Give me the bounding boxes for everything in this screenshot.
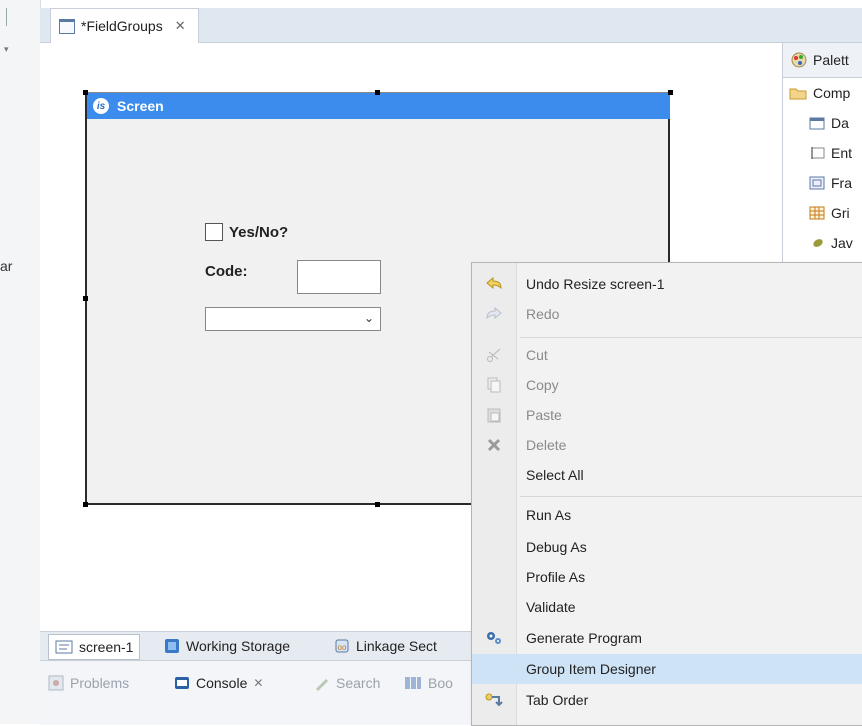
close-icon[interactable]: ✕: [175, 18, 186, 34]
menu-item-group-item-designer[interactable]: Group Item Designer: [472, 654, 862, 684]
menu-item-tab-order[interactable]: Tab Order: [472, 685, 862, 715]
menu-item-delete[interactable]: Delete: [472, 430, 862, 460]
palette-item-grid[interactable]: Gri: [783, 198, 862, 228]
search-icon: [316, 679, 328, 691]
menu-item-select-all[interactable]: Select All: [472, 460, 862, 490]
checkbox-box[interactable]: [205, 223, 223, 241]
menu-item-profile-as[interactable]: Profile As: [472, 562, 862, 592]
menu-item-cut[interactable]: Cut: [472, 340, 862, 370]
left-divider: [6, 8, 7, 26]
tab-search[interactable]: Search: [314, 675, 380, 691]
delete-icon: [487, 438, 501, 452]
palette-item-frame[interactable]: Fra: [783, 168, 862, 198]
chevron-down-icon[interactable]: ▾: [4, 44, 9, 55]
code-label: Code:: [205, 263, 248, 280]
screen-title-bar[interactable]: is Screen: [87, 93, 670, 119]
folder-icon: [789, 88, 807, 100]
palette-header[interactable]: Palett: [783, 43, 862, 78]
tab-order-icon: [485, 693, 503, 707]
copy-icon: [487, 377, 501, 393]
storage-icon: [165, 639, 179, 653]
checkbox-label: Yes/No?: [229, 223, 289, 241]
redo-icon: [486, 306, 502, 320]
menu-item-debug-as[interactable]: Debug As: [472, 532, 862, 562]
tab-screen-1[interactable]: screen-1: [48, 634, 141, 660]
code-input[interactable]: [297, 260, 381, 294]
tab-linkage-section[interactable]: oo Linkage Sect: [328, 634, 443, 658]
tab-bookmarks[interactable]: Boo: [404, 675, 453, 691]
palette-item-date[interactable]: Da: [783, 108, 862, 138]
resize-handle[interactable]: [375, 90, 380, 95]
palette-item-entry[interactable]: Ent: [783, 138, 862, 168]
palette-item-java[interactable]: Jav: [783, 228, 862, 258]
tab-fieldgroups[interactable]: *FieldGroups ✕: [50, 8, 199, 43]
combo-box[interactable]: ⌄: [205, 307, 381, 331]
problems-icon: [48, 675, 64, 691]
tab-title: *FieldGroups: [81, 18, 163, 34]
menu-separator: [520, 496, 862, 497]
yes-no-checkbox[interactable]: Yes/No?: [205, 223, 288, 241]
tab-working-storage[interactable]: Working Storage: [158, 634, 296, 658]
console-icon: [175, 677, 189, 689]
paste-icon: [487, 408, 501, 423]
menu-item-redo[interactable]: Redo: [472, 299, 862, 329]
entry-field-icon: [811, 147, 825, 159]
resize-handle[interactable]: [83, 296, 88, 301]
undo-icon: [486, 276, 502, 290]
resize-handle[interactable]: [83, 90, 88, 95]
menu-item-undo[interactable]: Undo Resize screen-1: [472, 269, 862, 299]
grid-icon: [809, 206, 825, 220]
screen-title: Screen: [117, 98, 164, 114]
gears-icon: [487, 632, 501, 644]
palette-item-components[interactable]: Comp: [783, 78, 862, 108]
cut-icon: [487, 348, 501, 362]
resize-handle[interactable]: [668, 90, 673, 95]
menu-item-paste[interactable]: Paste: [472, 400, 862, 430]
tab-problems[interactable]: Problems: [48, 675, 129, 691]
menu-separator: [520, 337, 862, 338]
resize-handle[interactable]: [83, 502, 88, 507]
java-bean-icon: [813, 239, 823, 247]
frame-icon: [809, 176, 825, 190]
menu-item-validate[interactable]: Validate: [472, 592, 862, 622]
svg-text:oo: oo: [338, 643, 347, 652]
document-icon: [59, 18, 75, 34]
left-panel-text: ar: [0, 258, 13, 274]
left-panel-strip: ▾ ar: [0, 0, 41, 724]
bookmarks-icon: [405, 677, 421, 689]
chevron-down-icon[interactable]: ⌄: [364, 311, 374, 325]
is-icon: is: [93, 98, 109, 114]
menu-item-run-as[interactable]: Run As: [472, 500, 862, 530]
resize-handle[interactable]: [375, 502, 380, 507]
menu-item-copy[interactable]: Copy: [472, 370, 862, 400]
context-menu: Undo Resize screen-1 Redo Cut Copy Paste…: [471, 262, 862, 726]
close-icon[interactable]: ✕: [253, 676, 263, 690]
screen-icon: [55, 640, 73, 654]
date-icon: [809, 117, 825, 130]
tab-console[interactable]: Console ✕: [174, 675, 263, 691]
menu-item-generate-program[interactable]: Generate Program: [472, 623, 862, 653]
editor-tab-bar: *FieldGroups ✕: [40, 8, 862, 43]
palette-icon: [791, 52, 807, 68]
linkage-icon: oo: [335, 639, 349, 653]
palette-title: Palett: [813, 52, 849, 68]
